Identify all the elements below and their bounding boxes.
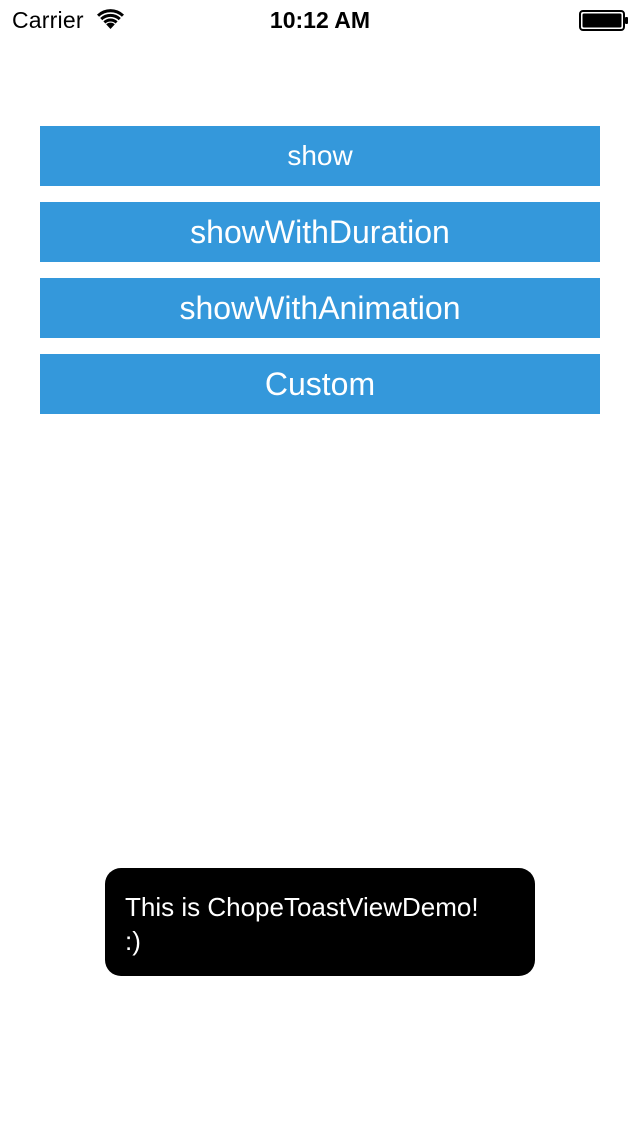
status-time: 10:12 AM — [269, 7, 371, 33]
toast-view: This is ChopeToastViewDemo! :) — [105, 868, 535, 976]
custom-button-label: Custom — [264, 365, 376, 402]
show-with-duration-button[interactable]: showWithDuration — [40, 202, 600, 262]
custom-button[interactable]: Custom — [40, 354, 600, 414]
show-button[interactable]: show — [40, 126, 600, 186]
show-button-label: show — [287, 140, 353, 171]
show-with-duration-button-label: showWithDuration — [190, 213, 450, 250]
battery-icon — [579, 10, 628, 31]
app-screen: Carrier 10:12 AM show showWithDuration s… — [0, 0, 640, 1136]
show-with-animation-button[interactable]: showWithAnimation — [40, 278, 600, 338]
toast-message-line-2: :) — [125, 926, 141, 956]
toast-message: This is ChopeToastViewDemo! :) — [125, 890, 520, 958]
show-with-animation-button-label: showWithAnimation — [179, 289, 461, 326]
status-bar: Carrier 10:12 AM — [0, 0, 640, 40]
toast-message-line-1: This is ChopeToastViewDemo! — [125, 892, 479, 922]
